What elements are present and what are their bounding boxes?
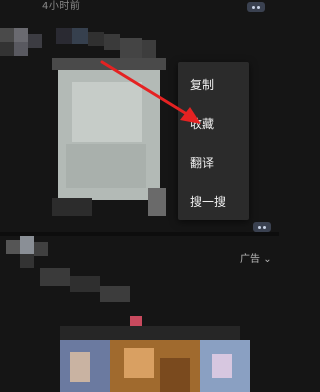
menu-item-search[interactable]: 搜一搜 (190, 193, 226, 210)
ad-content[interactable] (40, 268, 250, 392)
post-timestamp: 4小时前 (42, 1, 81, 12)
avatar[interactable] (0, 20, 56, 62)
more-dots-icon (258, 225, 261, 229)
ad-label[interactable]: 广告 ⌄ (240, 250, 272, 265)
red-arrow-icon (100, 60, 201, 124)
post-more-button[interactable] (247, 2, 265, 12)
post-author-blurred (56, 28, 156, 62)
post-more-button-2[interactable] (253, 222, 271, 232)
chevron-down-icon: ⌄ (263, 254, 272, 265)
menu-item-translate[interactable]: 翻译 (190, 154, 214, 171)
more-dots-icon (252, 5, 255, 9)
